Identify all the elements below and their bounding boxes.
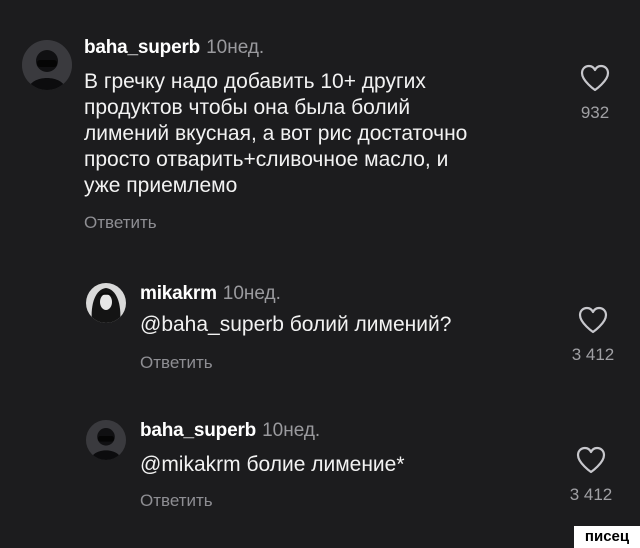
like-count: 3 412 xyxy=(569,485,613,504)
like-section: 3 412 xyxy=(563,306,623,366)
avatar[interactable] xyxy=(86,283,126,323)
like-count: 3 412 xyxy=(571,345,615,364)
comment-header: baha_superb 10нед. xyxy=(84,36,264,60)
comment-text: В гречку надо добавить 10+ других продук… xyxy=(84,70,468,197)
timestamp: 10нед. xyxy=(262,420,321,441)
watermark: писец xyxy=(574,526,640,548)
heart-icon[interactable] xyxy=(580,64,610,92)
heart-icon[interactable] xyxy=(576,446,606,474)
comment-2: mikakrm 10нед. @baha_superb болий лимений… xyxy=(0,270,640,390)
comment-header: baha_superb 10нед. xyxy=(140,419,320,443)
like-section: 3 412 xyxy=(561,446,621,506)
dark-hair-person-icon xyxy=(86,283,126,323)
comment-header: mikakrm 10нед. xyxy=(140,282,281,306)
comment-text: @mikakrm болие лимение* xyxy=(140,453,405,476)
like-count: 932 xyxy=(580,103,610,122)
username[interactable]: baha_superb xyxy=(140,420,256,441)
reply-button[interactable]: Ответить xyxy=(84,212,157,234)
avatar[interactable] xyxy=(22,40,72,90)
masked-person-icon xyxy=(86,420,126,460)
username[interactable]: baha_superb xyxy=(84,37,200,58)
like-section: 932 xyxy=(565,64,625,124)
timestamp: 10нед. xyxy=(222,283,281,304)
avatar[interactable] xyxy=(86,420,126,460)
timestamp: 10нед. xyxy=(206,37,265,58)
reply-button[interactable]: Ответить xyxy=(140,352,213,374)
heart-icon[interactable] xyxy=(578,306,608,334)
comment-text: @baha_superb болий лимений? xyxy=(140,313,452,336)
username[interactable]: mikakrm xyxy=(140,283,217,304)
comment-3: baha_superb 10нед. @mikakrm болие лимение… xyxy=(0,408,640,528)
reply-button[interactable]: Ответить xyxy=(140,490,213,512)
masked-person-icon xyxy=(22,40,72,90)
comment-1: baha_superb 10нед. В гречку надо добавить… xyxy=(0,0,640,250)
